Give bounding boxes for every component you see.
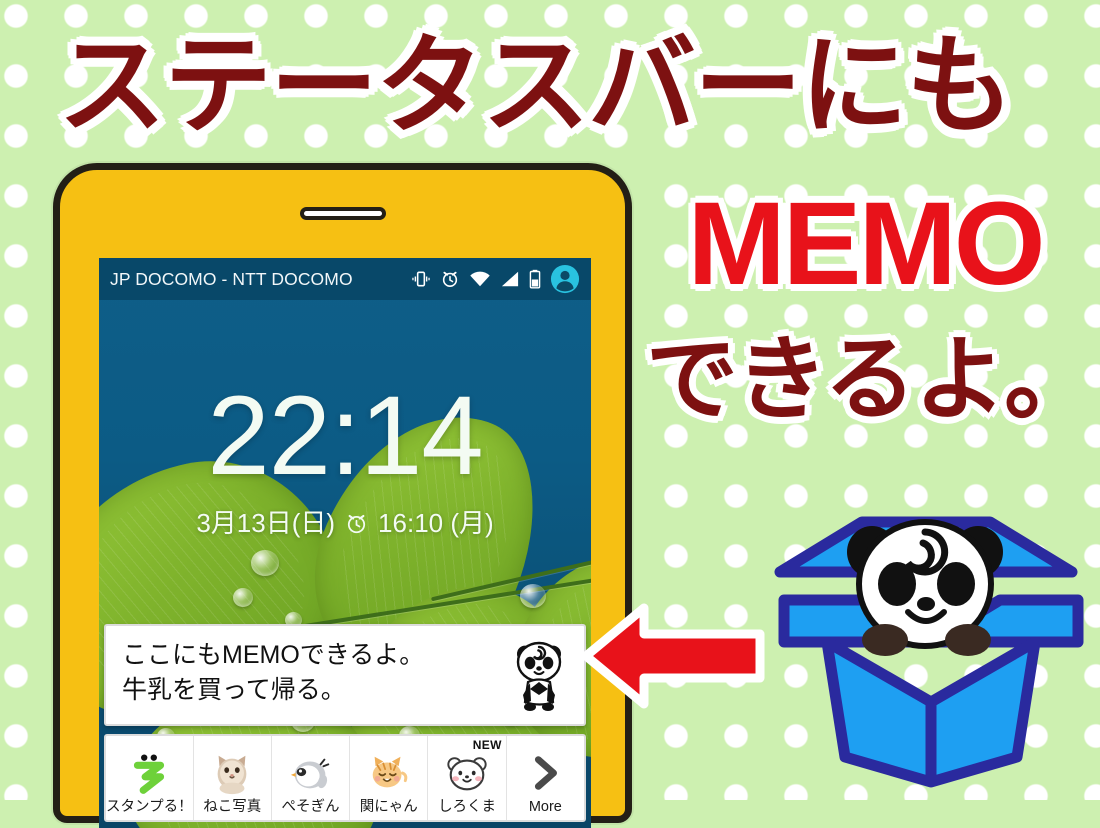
wifi-icon [470,271,490,287]
app-tray-label: しろくま [438,799,497,815]
app-tray-item-more[interactable]: More [507,736,584,820]
battery-icon [529,269,541,289]
app-tray: スタンプる！ ねこ写真 ぺそぎん 関にゃん NEW しろくま More [104,734,586,822]
carrier-label: JP DOCOMO - NTT DOCOMO [110,268,353,289]
lockscreen-clock-widget: 22:14 3月13日(日) 16:10 (月) [99,373,591,539]
app-tray-item-shirokuma[interactable]: NEW しろくま [428,736,507,820]
app-tray-item-sekinyan[interactable]: 関にゃん [350,736,429,820]
alarm-icon [442,271,458,287]
notification-line-2: 牛乳を買って帰る。 [122,676,346,704]
promo-memo-subtext: できるよ。 [645,329,1096,431]
panda-in-open-box-logo [774,516,1084,788]
app-tray-label: More [528,799,562,815]
clock-date-row: 3月13日(日) 16:10 (月) [99,508,591,538]
app-tray-label: スタンプる！ [106,799,193,815]
phone-earpiece-speaker [299,207,386,220]
new-badge: NEW [472,738,502,752]
panda-icon [516,641,562,711]
app-tray-label: 関にゃん [359,799,418,815]
phone-mockup: JP DOCOMO - NTT DOCOMO 22:14 3月13日(日) 16… [53,163,632,828]
penguin-icon [290,758,329,789]
signal-icon [501,271,519,287]
alarm-clock-icon [347,514,366,533]
app-tray-label: ねこ写真 [203,799,262,815]
vibrate-icon [412,271,430,287]
chevron-right-icon [535,756,558,790]
phone-screen: JP DOCOMO - NTT DOCOMO 22:14 3月13日(日) 16… [99,258,591,828]
clock-alarm-time: 16:10 (月) [378,508,494,538]
notification-line-1: ここにもMEMOできるよ。 [122,641,425,669]
clock-time: 22:14 [207,373,483,498]
green-su-character-icon [134,754,165,794]
promo-memo-word: MEMO [687,178,1045,310]
status-bar: JP DOCOMO - NTT DOCOMO [99,258,591,300]
app-tray-label: ぺそぎん [281,799,340,815]
app-tray-item-sutanpuru[interactable]: スタンプる！ [106,736,194,820]
promo-headline: ステータスバーにも [58,25,1014,146]
tabby-cat-icon [372,756,408,788]
clock-date: 3月13日(日) [196,508,336,538]
pointing-arrow-icon [581,603,765,709]
polar-bear-icon [447,757,487,791]
kitten-photo-icon [217,755,247,795]
app-tray-item-pesogin[interactable]: ぺそぎん [272,736,351,820]
user-avatar-icon [550,264,580,294]
notification-text: ここにもMEMOできるよ。 牛乳を買って帰る。 [122,638,506,708]
app-tray-item-nekoshashin[interactable]: ねこ写真 [194,736,272,820]
status-bar-icons [411,264,580,294]
memo-notification-card[interactable]: ここにもMEMOできるよ。 牛乳を買って帰る。 [104,624,586,726]
